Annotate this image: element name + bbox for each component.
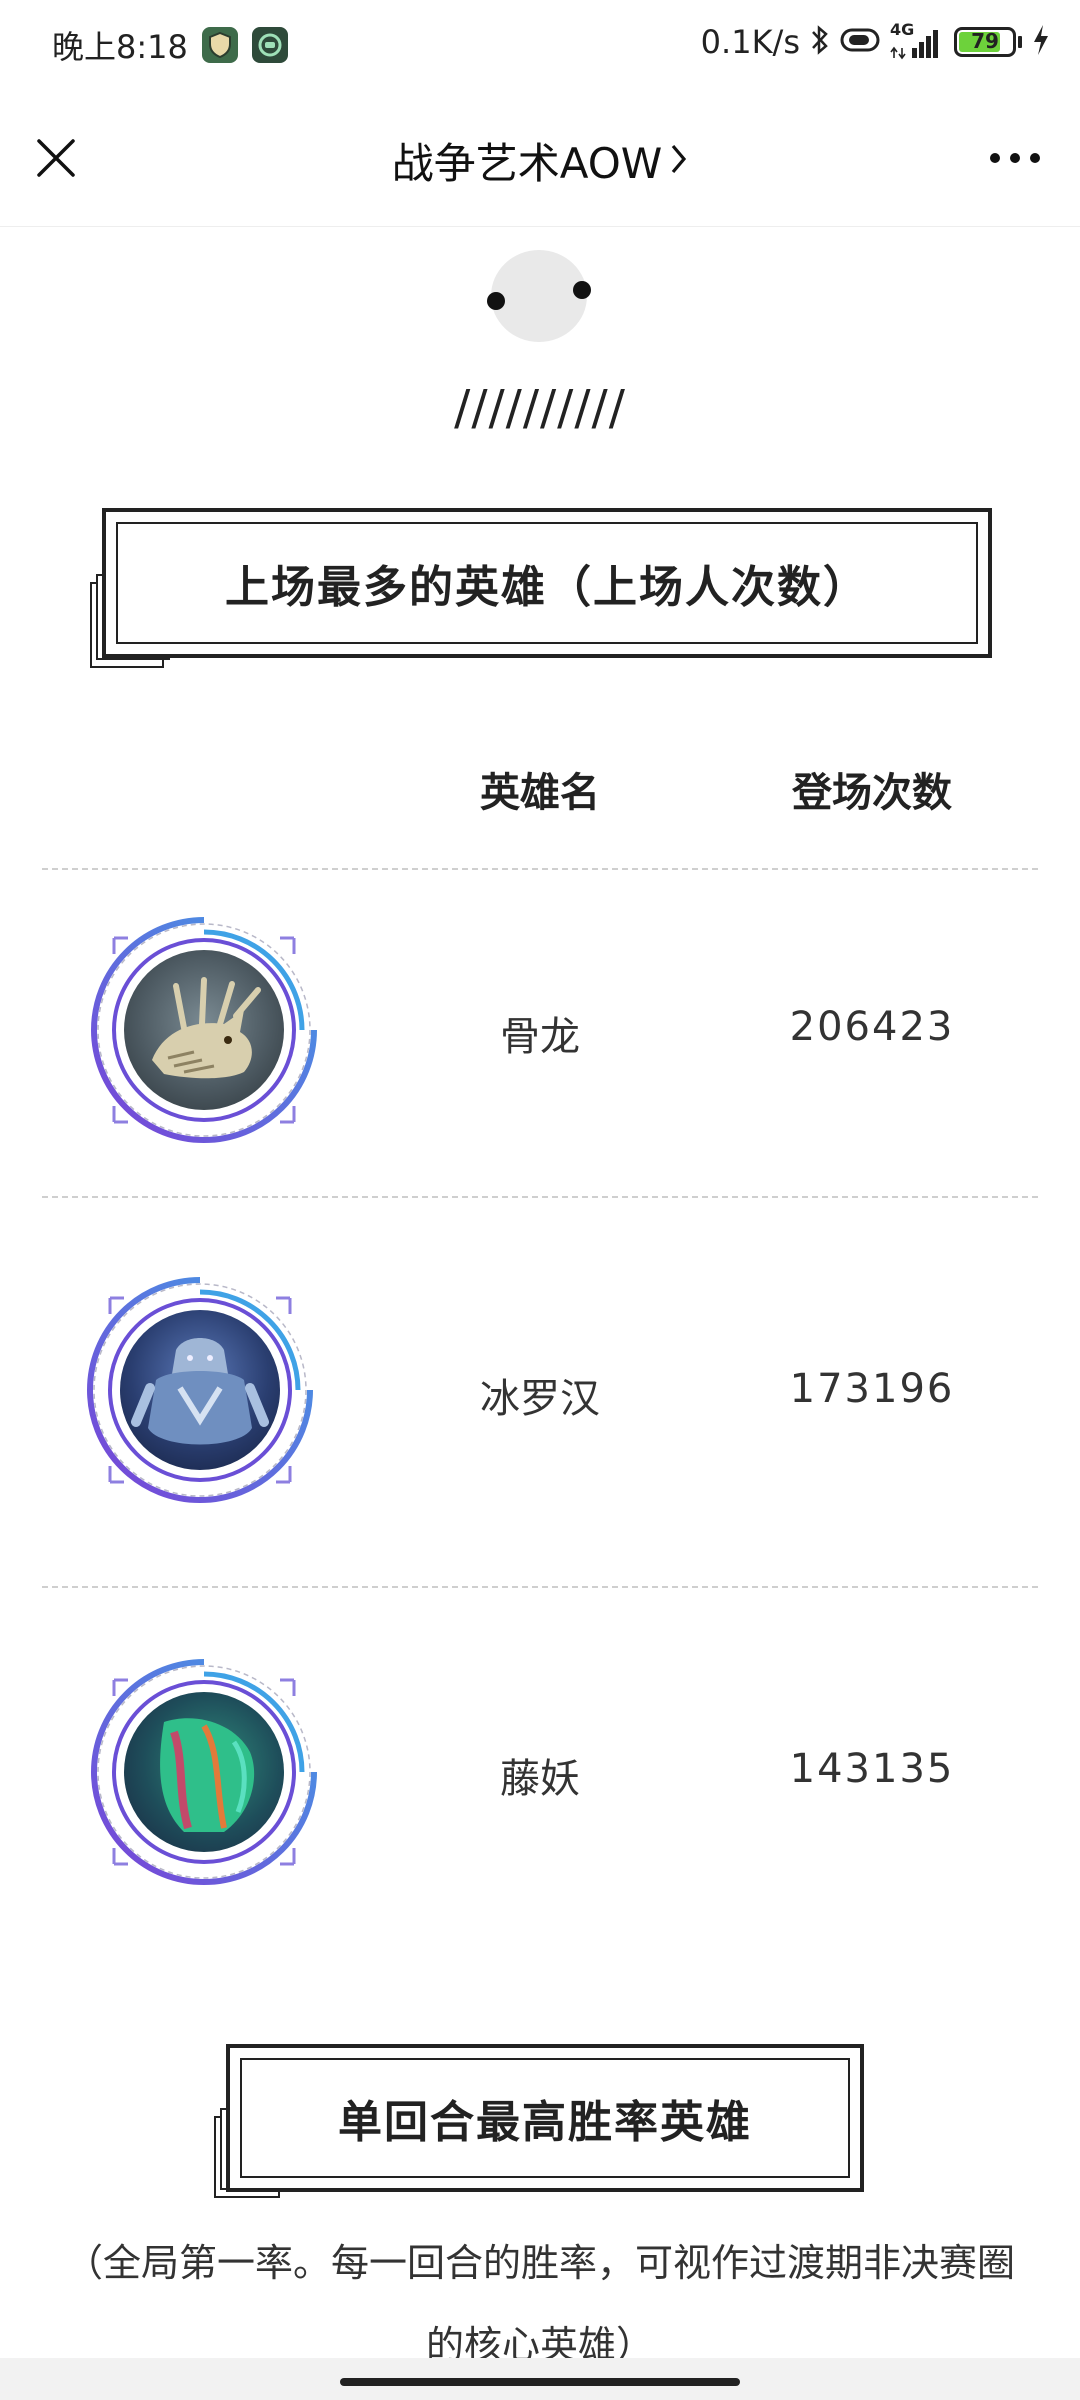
section-title-most-played: 上场最多的英雄（上场人次数） bbox=[88, 508, 992, 668]
ice-arhat-portrait bbox=[120, 1310, 280, 1470]
column-header-appearances: 登场次数 bbox=[792, 770, 952, 816]
table-row: 冰罗汉 173196 bbox=[0, 1250, 1080, 1580]
nav-bar: 战争艺术AOW bbox=[0, 90, 1080, 227]
home-indicator[interactable] bbox=[340, 2378, 740, 2386]
bluetooth-icon bbox=[810, 23, 830, 61]
table-header: 英雄名 登场次数 bbox=[0, 760, 1080, 840]
page-title: 战争艺术AOW bbox=[391, 139, 663, 188]
shield-app-icon bbox=[201, 27, 238, 63]
logo-dot-right bbox=[573, 281, 591, 299]
row-divider bbox=[42, 1196, 1038, 1198]
assistant-app-icon bbox=[251, 27, 288, 63]
logo-dot-left bbox=[487, 292, 505, 310]
battery-level: 79 bbox=[971, 29, 999, 53]
appearance-count: 206423 bbox=[789, 1004, 955, 1050]
section-title-highest-winrate: 单回合最高胜率英雄 bbox=[212, 2044, 864, 2198]
table-row: 藤妖 143135 bbox=[0, 1640, 1080, 1940]
decorative-slashes: ////////// bbox=[454, 380, 626, 436]
row-divider bbox=[42, 1586, 1038, 1588]
charging-icon bbox=[1032, 24, 1050, 60]
table-row: 骨龙 206423 bbox=[0, 900, 1080, 1196]
hero-name: 藤妖 bbox=[500, 1756, 580, 1802]
battery-icon: 79 bbox=[954, 27, 1022, 57]
signal-icon: 4G bbox=[890, 20, 944, 62]
chevron-right-icon bbox=[670, 142, 688, 180]
bone-dragon-portrait bbox=[124, 950, 284, 1110]
hero-avatar bbox=[84, 910, 324, 1150]
hero-name: 骨龙 bbox=[500, 1014, 580, 1060]
column-header-hero-name: 英雄名 bbox=[480, 770, 600, 816]
section-title-text: 单回合最高胜率英雄 bbox=[240, 2058, 850, 2178]
status-bar: 晚上8:18 0.1K/s 4G 79 bbox=[0, 0, 1080, 90]
hero-avatar bbox=[84, 1652, 324, 1892]
nav-title-link[interactable]: 战争艺术AOW bbox=[0, 130, 1080, 191]
hero-name: 冰罗汉 bbox=[480, 1376, 600, 1422]
vine-demon-portrait bbox=[124, 1692, 284, 1852]
appearance-count: 143135 bbox=[789, 1746, 955, 1792]
more-icon[interactable] bbox=[980, 130, 1050, 186]
appearance-count: 173196 bbox=[789, 1366, 955, 1412]
hero-avatar bbox=[80, 1270, 320, 1510]
toggle-icon bbox=[840, 27, 880, 57]
net-speed: 0.1K/s bbox=[700, 23, 800, 61]
row-divider bbox=[42, 868, 1038, 870]
status-time: 晚上8:18 bbox=[52, 28, 188, 66]
account-logo bbox=[491, 250, 587, 342]
section-title-text: 上场最多的英雄（上场人次数） bbox=[116, 522, 978, 644]
